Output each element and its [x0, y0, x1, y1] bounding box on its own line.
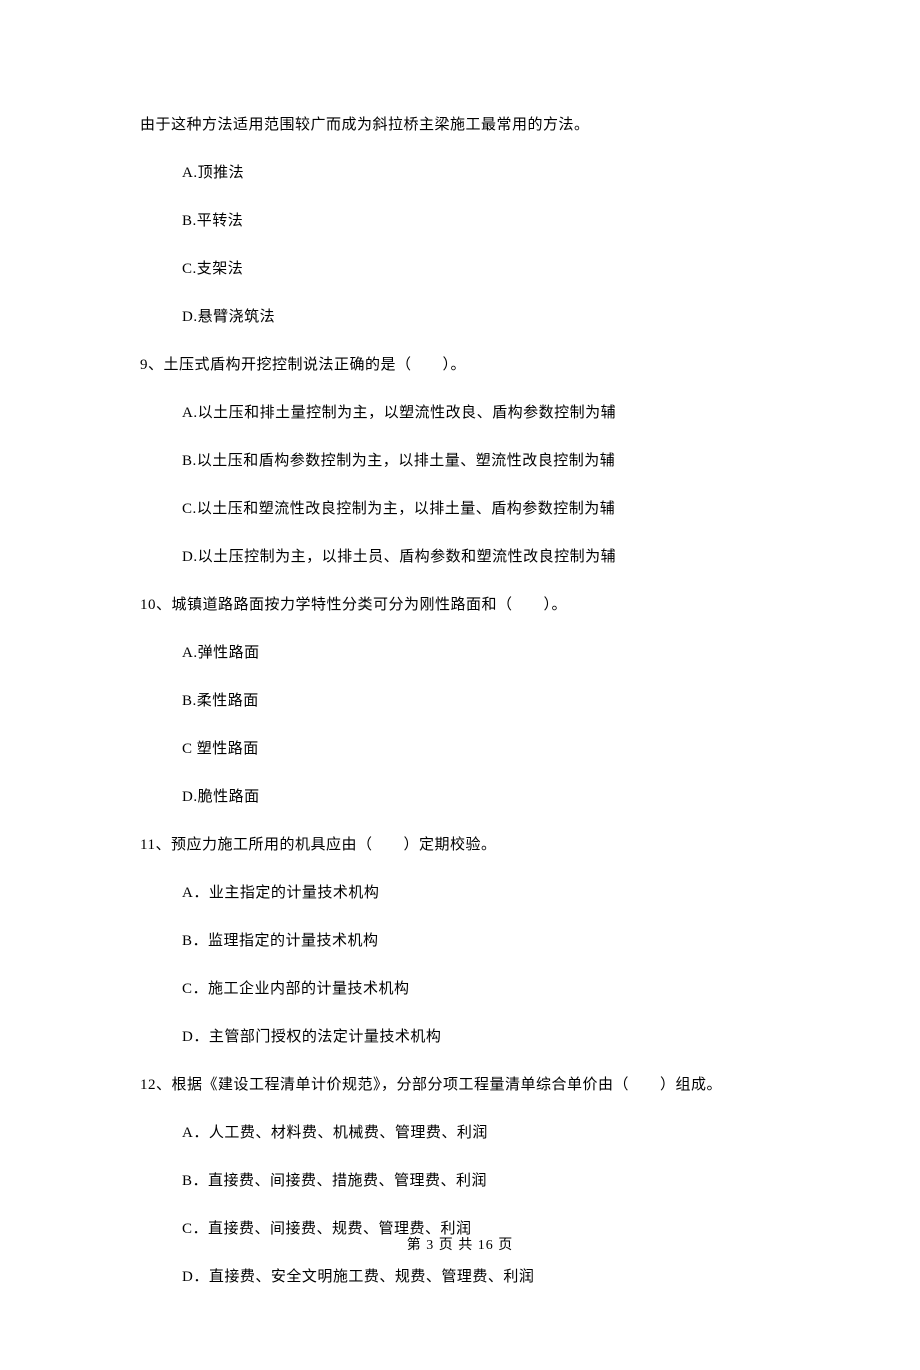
q9-option-a: A.以土压和排土量控制为主，以塑流性改良、盾构参数控制为辅 — [182, 398, 780, 428]
q11-option-d: D．主管部门授权的法定计量技术机构 — [182, 1022, 780, 1052]
page-footer: 第 3 页 共 16 页 — [0, 1234, 920, 1254]
q9-option-c: C.以土压和塑流性改良控制为主，以排土量、盾构参数控制为辅 — [182, 494, 780, 524]
q12-option-d: D．直接费、安全文明施工费、规费、管理费、利润 — [182, 1262, 780, 1292]
q10-option-d: D.脆性路面 — [182, 782, 780, 812]
q10-option-a: A.弹性路面 — [182, 638, 780, 668]
q8-option-c: C.支架法 — [182, 254, 780, 284]
q11-stem: 11、预应力施工所用的机具应由（ ）定期校验。 — [140, 830, 780, 860]
q8-option-d: D.悬臂浇筑法 — [182, 302, 780, 332]
page-content: 由于这种方法适用范围较广而成为斜拉桥主梁施工最常用的方法。 A.顶推法 B.平转… — [0, 0, 920, 1370]
q12-option-a: A．人工费、材料费、机械费、管理费、利润 — [182, 1118, 780, 1148]
q11-option-a: A．业主指定的计量技术机构 — [182, 878, 780, 908]
q9-option-d: D.以土压控制为主，以排土员、盾构参数和塑流性改良控制为辅 — [182, 542, 780, 572]
q8-option-b: B.平转法 — [182, 206, 780, 236]
q8-option-a: A.顶推法 — [182, 158, 780, 188]
q10-option-b: B.柔性路面 — [182, 686, 780, 716]
q9-option-b: B.以土压和盾构参数控制为主，以排土量、塑流性改良控制为辅 — [182, 446, 780, 476]
q11-option-b: B．监理指定的计量技术机构 — [182, 926, 780, 956]
q12-option-b: B．直接费、间接费、措施费、管理费、利润 — [182, 1166, 780, 1196]
q11-option-c: C．施工企业内部的计量技术机构 — [182, 974, 780, 1004]
intro-text: 由于这种方法适用范围较广而成为斜拉桥主梁施工最常用的方法。 — [140, 110, 780, 140]
q9-stem: 9、土压式盾构开挖控制说法正确的是（ ）。 — [140, 350, 780, 380]
q10-option-c: C 塑性路面 — [182, 734, 780, 764]
q12-stem: 12、根据《建设工程清单计价规范》，分部分项工程量清单综合单价由（ ）组成。 — [140, 1070, 780, 1100]
q10-stem: 10、城镇道路路面按力学特性分类可分为刚性路面和（ ）。 — [140, 590, 780, 620]
